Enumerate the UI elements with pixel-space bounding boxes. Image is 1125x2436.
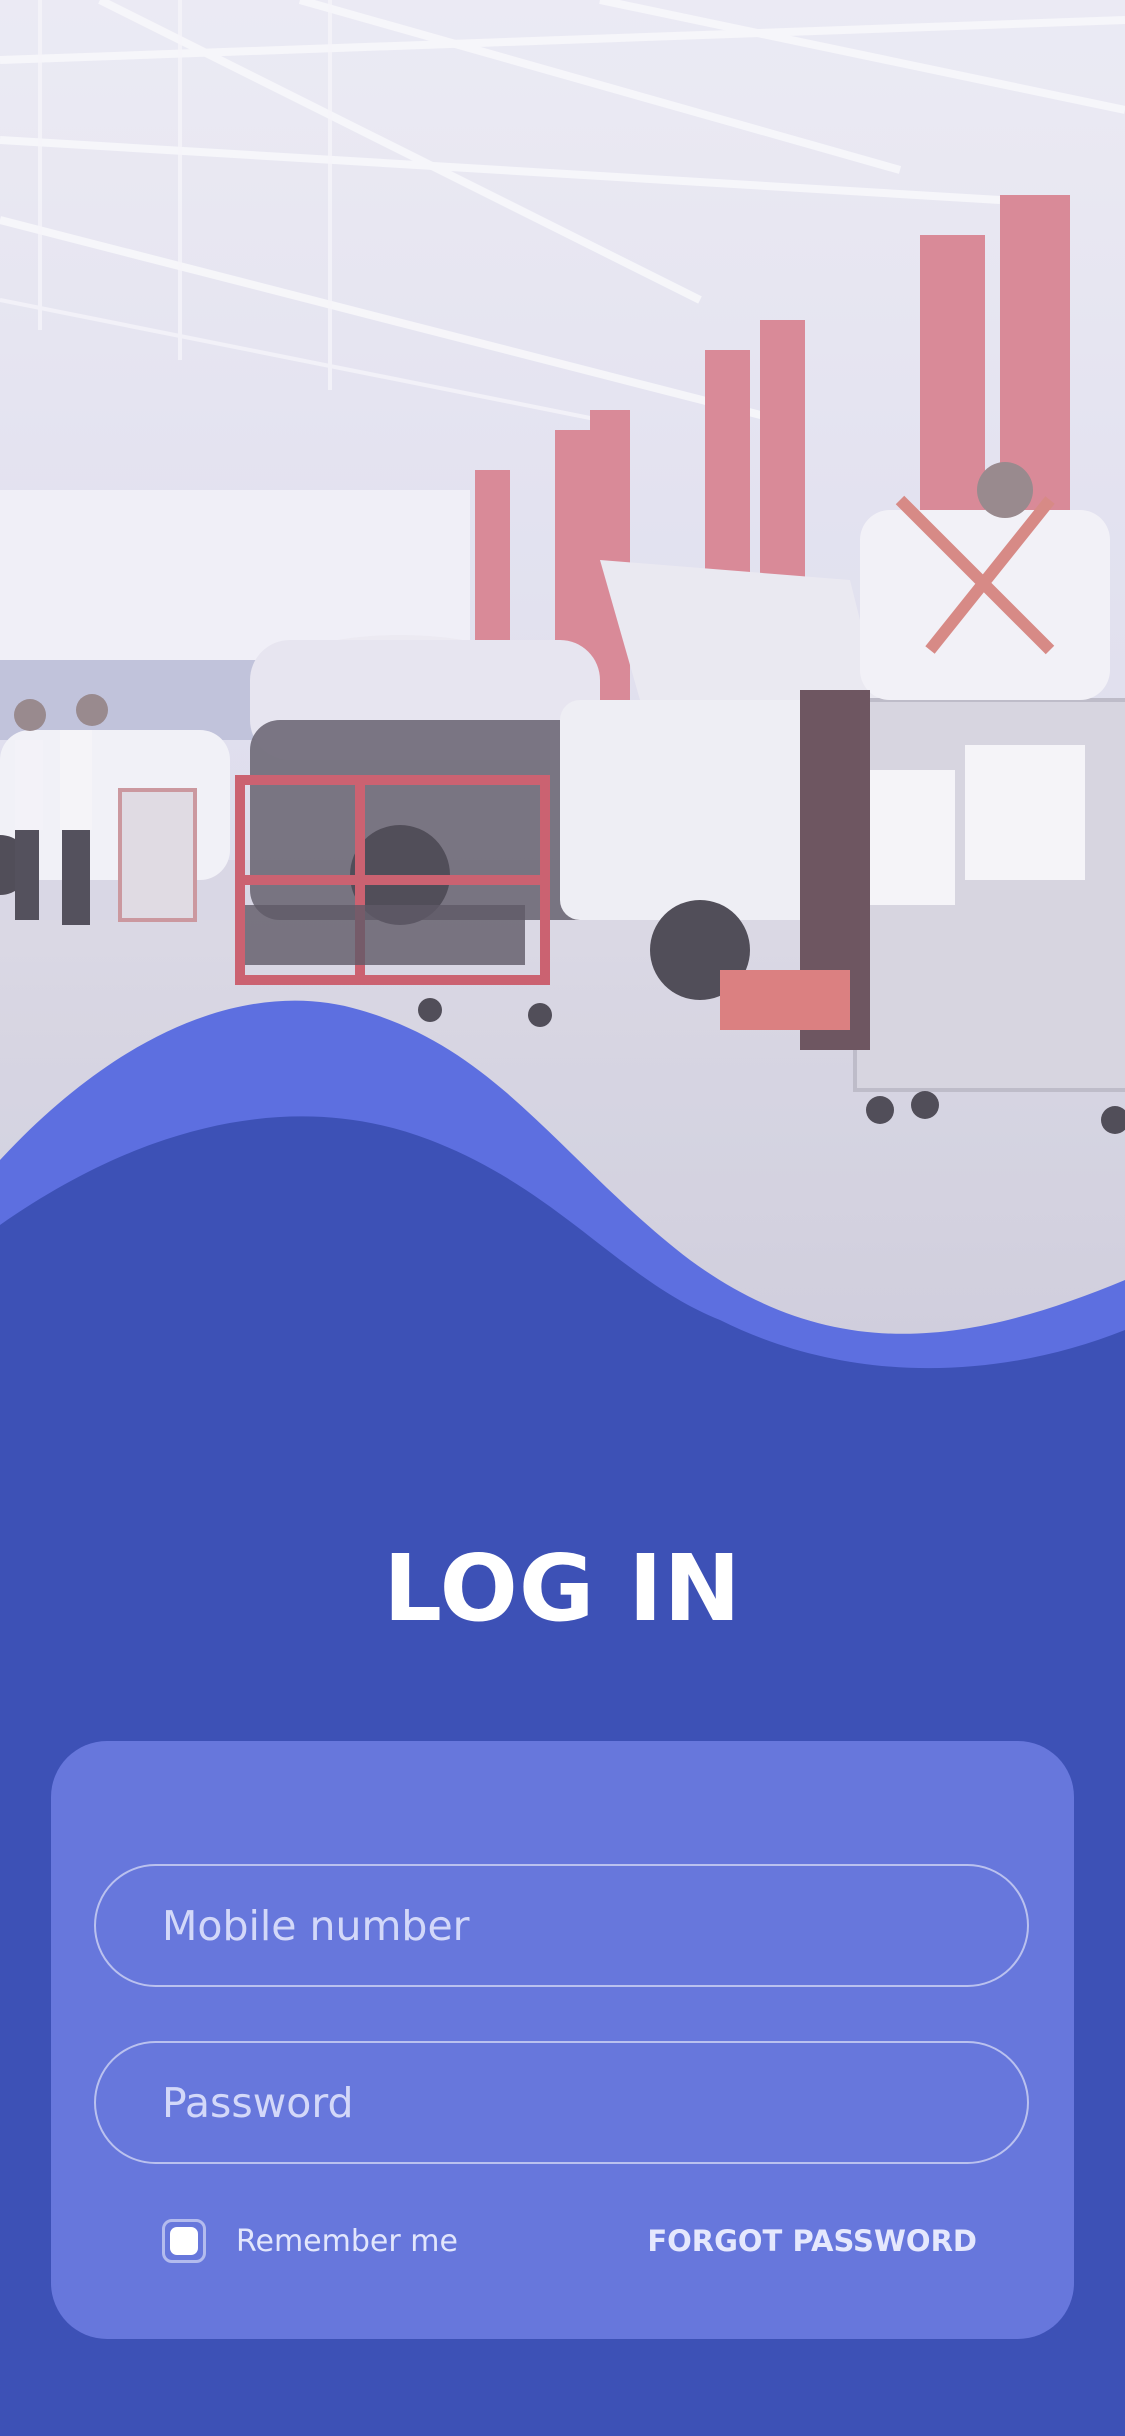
checkbox-fill xyxy=(170,2227,198,2255)
password-input[interactable] xyxy=(96,2043,1027,2162)
remember-me-row: Remember me xyxy=(162,2216,458,2266)
forgot-password-link[interactable]: FORGOT PASSWORD xyxy=(647,2216,977,2266)
password-field[interactable] xyxy=(94,2041,1029,2164)
hero-image xyxy=(0,0,1125,1380)
remember-me-label[interactable]: Remember me xyxy=(236,2224,458,2259)
mobile-number-field[interactable] xyxy=(94,1864,1029,1987)
login-screen: LOG IN Remember me FORGOT PASSWORD xyxy=(0,0,1125,2436)
remember-me-checkbox[interactable] xyxy=(162,2219,206,2263)
page-title: LOG IN xyxy=(383,1535,742,1642)
login-card: Remember me FORGOT PASSWORD xyxy=(51,1741,1074,2339)
mobile-number-input[interactable] xyxy=(96,1866,1027,1985)
